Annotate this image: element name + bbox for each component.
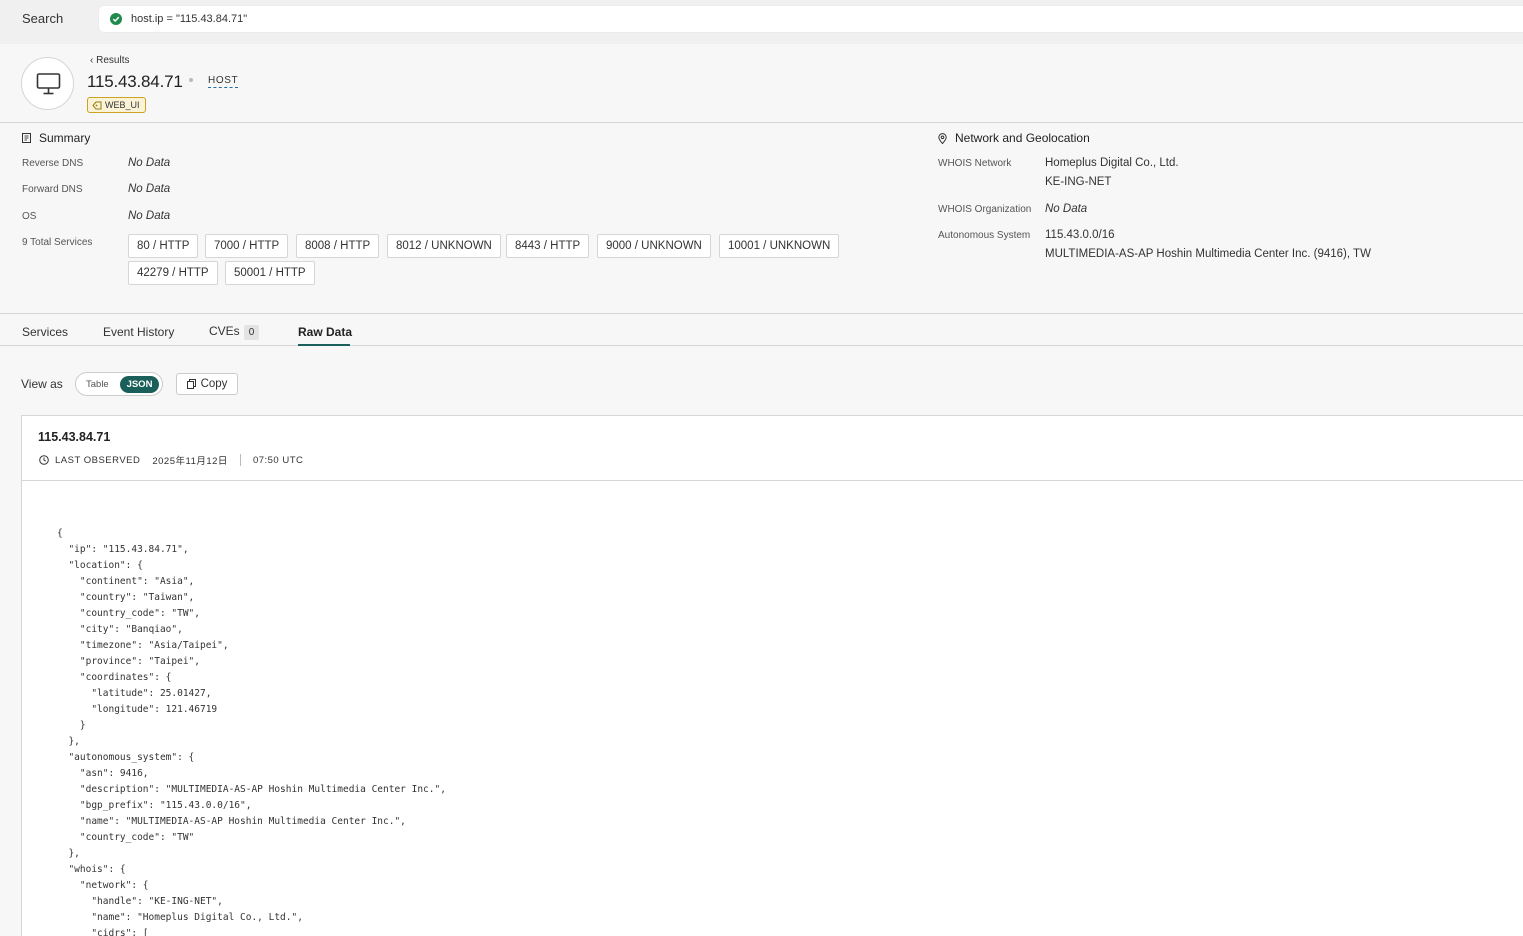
location-pin-icon bbox=[938, 132, 947, 144]
view-as-label: View as bbox=[21, 377, 63, 391]
search-label: Search bbox=[22, 11, 64, 26]
last-observed: LAST OBSERVED 2025年11月12日 07:50 UTC bbox=[39, 453, 303, 467]
cves-count-badge: 0 bbox=[243, 325, 260, 340]
tab-bar: Services Event History CVEs 0 Raw Data bbox=[0, 313, 1523, 346]
network-heading: Network and Geolocation bbox=[938, 131, 1090, 145]
tag-icon bbox=[92, 101, 102, 109]
search-input[interactable]: host.ip = "115.43.84.71" bbox=[98, 5, 1523, 33]
tab-event-history[interactable]: Event History bbox=[103, 325, 174, 339]
os-value: No Data bbox=[128, 210, 171, 222]
check-circle-icon bbox=[110, 13, 122, 25]
copy-icon bbox=[186, 379, 196, 389]
forward-dns-label: Forward DNS bbox=[22, 184, 83, 195]
raw-data-ip: 115.43.84.71 bbox=[38, 430, 111, 444]
raw-data-panel: 115.43.84.71 LAST OBSERVED 2025年11月12日 0… bbox=[21, 415, 1523, 936]
os-label: OS bbox=[22, 211, 37, 222]
summary-heading: Summary bbox=[22, 131, 90, 145]
summary-title: Summary bbox=[39, 131, 91, 145]
tab-services[interactable]: Services bbox=[22, 325, 68, 339]
service-chip[interactable]: 80 / HTTP bbox=[128, 234, 199, 258]
view-table-option[interactable]: Table bbox=[86, 379, 109, 390]
last-observed-label: LAST OBSERVED bbox=[55, 454, 141, 466]
tab-raw-data[interactable]: Raw Data bbox=[298, 325, 352, 339]
as-prefix: 115.43.0.0/16 bbox=[1045, 229, 1115, 241]
autonomous-system-label: Autonomous System bbox=[938, 230, 1031, 241]
host-type-label[interactable]: HOST bbox=[208, 75, 239, 88]
web-ui-tag[interactable]: WEB_UI bbox=[87, 97, 146, 113]
service-chip[interactable]: 9000 / UNKNOWN bbox=[597, 234, 711, 258]
total-services-label: 9 Total Services bbox=[22, 237, 93, 248]
as-description: MULTIMEDIA-AS-AP Hoshin Multimedia Cente… bbox=[1045, 248, 1371, 260]
view-json-option[interactable]: JSON bbox=[120, 376, 159, 393]
search-query: host.ip = "115.43.84.71" bbox=[131, 13, 248, 25]
tab-cves-label: CVEs bbox=[209, 324, 240, 338]
host-header: ‹ Results 115.43.84.71 HOST WEB_UI bbox=[0, 44, 1523, 123]
copy-label: Copy bbox=[200, 378, 228, 390]
reverse-dns-value: No Data bbox=[128, 157, 171, 169]
whois-network-label: WHOIS Network bbox=[938, 158, 1012, 169]
forward-dns-value: No Data bbox=[128, 183, 171, 195]
divider bbox=[239, 454, 241, 466]
tab-cves[interactable]: CVEs 0 bbox=[209, 324, 260, 340]
service-chip[interactable]: 8012 / UNKNOWN bbox=[387, 234, 501, 258]
service-chip[interactable]: 10001 / UNKNOWN bbox=[719, 234, 840, 258]
service-chip[interactable]: 8008 / HTTP bbox=[296, 234, 380, 258]
back-to-results-link[interactable]: ‹ Results bbox=[90, 55, 129, 66]
copy-button[interactable]: Copy bbox=[176, 373, 238, 395]
chevron-left-icon: ‹ bbox=[90, 55, 94, 66]
active-tab-indicator bbox=[298, 344, 350, 346]
whois-network-handle: KE-ING-NET bbox=[1045, 176, 1112, 188]
document-icon bbox=[22, 133, 31, 143]
service-chip[interactable]: 42279 / HTTP bbox=[128, 261, 218, 285]
tag-label: WEB_UI bbox=[105, 100, 140, 110]
view-toggle[interactable]: Table JSON bbox=[75, 372, 163, 396]
whois-org-label: WHOIS Organization bbox=[938, 204, 1032, 215]
raw-data-header: 115.43.84.71 LAST OBSERVED 2025年11月12日 0… bbox=[22, 416, 1523, 481]
reverse-dns-label: Reverse DNS bbox=[22, 158, 84, 169]
service-chip[interactable]: 8443 / HTTP bbox=[506, 234, 590, 258]
network-title: Network and Geolocation bbox=[955, 131, 1090, 145]
back-label: Results bbox=[96, 55, 130, 66]
service-chip[interactable]: 50001 / HTTP bbox=[225, 261, 315, 285]
search-bar: Search host.ip = "115.43.84.71" bbox=[0, 0, 1523, 44]
monitor-icon bbox=[36, 73, 61, 95]
json-viewer: { "ip": "115.43.84.71", "location": { "c… bbox=[57, 528, 446, 936]
last-observed-date: 2025年11月12日 bbox=[152, 456, 228, 467]
whois-network-name: Homeplus Digital Co., Ltd. bbox=[1045, 157, 1179, 169]
clock-icon bbox=[39, 455, 49, 465]
service-chip[interactable]: 7000 / HTTP bbox=[205, 234, 289, 258]
separator-dot bbox=[189, 78, 193, 82]
whois-org-value: No Data bbox=[1045, 203, 1088, 215]
page-title: 115.43.84.71 bbox=[87, 72, 183, 91]
last-observed-time: 07:50 UTC bbox=[252, 454, 304, 466]
host-avatar bbox=[21, 57, 74, 110]
